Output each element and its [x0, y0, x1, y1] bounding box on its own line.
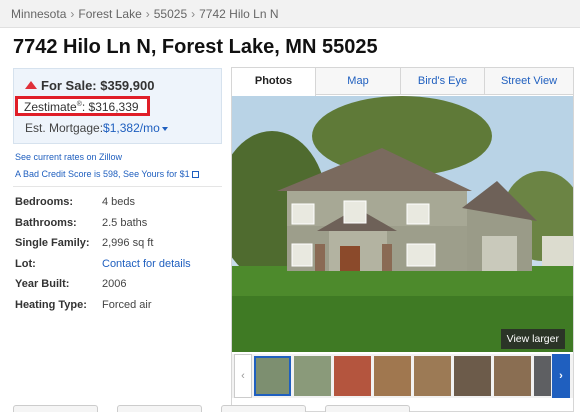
thumbnail-item[interactable]: [294, 356, 331, 396]
fact-row-year-built: Year Built: 2006: [15, 278, 225, 299]
tab-map[interactable]: Map: [316, 68, 401, 95]
fact-value: Forced air: [102, 298, 152, 311]
fact-label: Bathrooms:: [15, 216, 77, 229]
thumbnail-item[interactable]: [494, 356, 531, 396]
credit-score-link[interactable]: A Bad Credit Score is 598, See Yours for…: [15, 169, 199, 179]
chevron-down-icon[interactable]: [161, 126, 168, 131]
breadcrumb-item-state[interactable]: Minnesota: [11, 7, 66, 21]
mortgage-value-link[interactable]: $1,382/mo: [103, 121, 160, 135]
action-button[interactable]: [13, 405, 98, 412]
fact-row-bathrooms: Bathrooms: 2.5 baths: [15, 217, 225, 238]
breadcrumb-item-address: 7742 Hilo Ln N: [199, 7, 279, 21]
divider: [13, 186, 222, 187]
credit-score-link-text[interactable]: A Bad Credit Score is 598, See Yours for…: [15, 169, 190, 179]
action-button[interactable]: [117, 405, 202, 412]
fact-value: 2,996 sq ft: [102, 237, 154, 249]
breadcrumb-item-zip[interactable]: 55025: [154, 7, 187, 21]
gallery-tabs: Photos Map Bird's Eye Street View: [232, 68, 573, 96]
house-photo[interactable]: View larger: [232, 96, 573, 352]
zestimate-highlight: Zestimate®: $316,339: [15, 96, 150, 116]
view-larger-button[interactable]: View larger: [500, 329, 565, 349]
fact-label: Lot:: [15, 257, 36, 270]
fact-row-heating: Heating Type: Forced air: [15, 299, 225, 320]
tab-photos[interactable]: Photos: [232, 68, 316, 96]
tab-birds-eye[interactable]: Bird's Eye: [401, 68, 485, 95]
tab-street-view[interactable]: Street View: [485, 68, 573, 95]
thumbnail-item[interactable]: [454, 356, 491, 396]
mortgage-label: Est. Mortgage:: [25, 121, 104, 135]
breadcrumb-item-city[interactable]: Forest Lake: [78, 7, 141, 21]
thumbnail-strip: ‹ ›: [232, 354, 573, 398]
photo-gallery: Photos Map Bird's Eye Street View View l…: [231, 67, 574, 412]
house-photo-image: [232, 96, 573, 352]
fact-value: 4 beds: [102, 196, 136, 208]
current-rates-link[interactable]: See current rates on Zillow: [15, 152, 122, 162]
thumbnail-item[interactable]: [374, 356, 411, 396]
external-link-icon: [191, 171, 199, 179]
fact-value: 2006: [102, 278, 127, 290]
fact-row-bedrooms: Bedrooms: 4 beds: [15, 196, 225, 217]
page-title: 7742 Hilo Ln N, Forest Lake, MN 55025: [13, 36, 378, 58]
for-sale-price: For Sale: $359,900: [41, 78, 155, 93]
thumbnail-item[interactable]: [534, 356, 551, 396]
estimated-mortgage: Est. Mortgage:$1,382/mo: [25, 121, 168, 135]
thumbnail-item[interactable]: [414, 356, 451, 396]
breadcrumb-separator: ›: [145, 7, 150, 21]
breadcrumb-separator: ›: [70, 7, 75, 21]
action-button[interactable]: [325, 405, 410, 412]
facts-list: Bedrooms: 4 beds Bathrooms: 2.5 baths Si…: [15, 196, 225, 319]
action-button[interactable]: [221, 405, 306, 412]
contact-for-details-link[interactable]: Contact for details: [102, 258, 191, 270]
thumbnail-item[interactable]: [334, 356, 371, 396]
fact-row-lot: Lot: Contact for details: [15, 258, 225, 279]
bottom-action-buttons: [13, 405, 573, 412]
thumbnail-next-arrow[interactable]: ›: [552, 354, 570, 398]
fact-row-single-family: Single Family: 2,996 sq ft: [15, 237, 225, 258]
breadcrumb-separator: ›: [191, 7, 196, 21]
price-box: For Sale: $359,900 Zestimate®: $316,339 …: [13, 68, 222, 144]
price-up-arrow-icon: [25, 81, 37, 89]
breadcrumb: Minnesota › Forest Lake › 55025 › 7742 Hilo Ln…: [0, 0, 580, 28]
thumbnail-item[interactable]: [254, 356, 291, 396]
fact-value: 2.5 baths: [102, 216, 148, 229]
thumbnail-prev-arrow[interactable]: ‹: [234, 354, 252, 398]
fact-label: Year Built:: [15, 278, 70, 290]
fact-label: Single Family:: [15, 237, 90, 249]
zestimate-value: : $316,339: [81, 100, 139, 114]
zestimate-label[interactable]: Zestimate: [24, 100, 77, 114]
fact-label: Heating Type:: [15, 298, 87, 311]
fact-label: Bedrooms:: [15, 196, 74, 208]
